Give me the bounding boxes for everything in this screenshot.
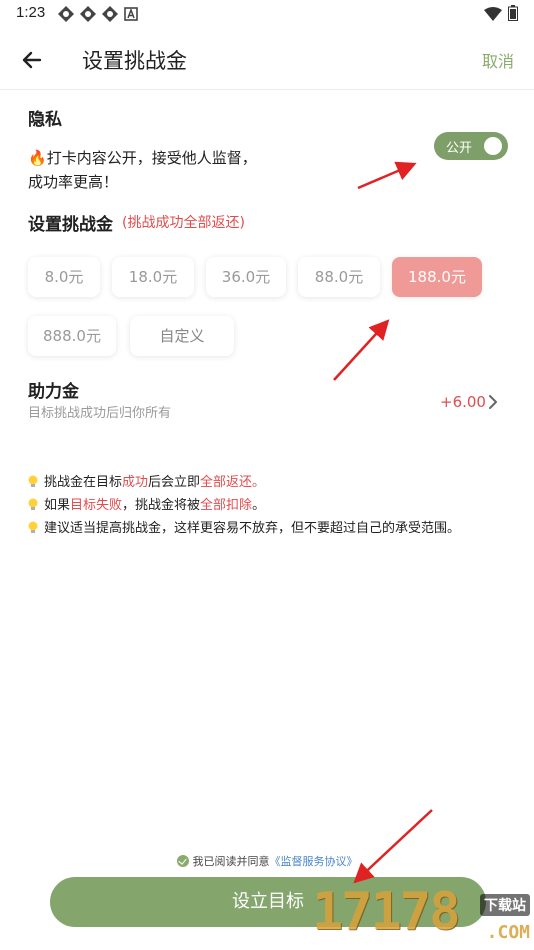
toggle-knob xyxy=(484,137,502,155)
toggle-label: 公开 xyxy=(446,141,473,156)
tip-item: 如果目标失败，挑战金将被全部扣除。 xyxy=(28,494,265,513)
deposit-option-188[interactable]: 188.0元 xyxy=(392,257,482,297)
deposit-note: (挑战成功全部返还) xyxy=(122,215,245,231)
assist-value[interactable]: +6.00 xyxy=(440,393,486,411)
chevron-right-icon[interactable] xyxy=(486,392,500,412)
tip-text: 如果 xyxy=(44,498,71,513)
agreement-checkbox[interactable] xyxy=(176,855,189,867)
tip-highlight: 目标失败 xyxy=(70,498,123,513)
wifi-icon xyxy=(484,6,502,25)
lightbulb-icon xyxy=(28,475,38,488)
deposit-option-88[interactable]: 88.0元 xyxy=(298,257,380,297)
annotation-arrow xyxy=(333,319,390,381)
lightbulb-icon xyxy=(28,498,38,511)
tip-item: 挑战金在目标成功后会立即全部返还。 xyxy=(28,471,265,490)
cancel-button[interactable]: 取消 xyxy=(482,48,514,72)
agreement-row: 我已阅读并同意《监督服务协议》 xyxy=(0,853,534,869)
agreement-link[interactable]: 《监督服务协议》 xyxy=(270,855,358,868)
privacy-title: 隐私 xyxy=(28,110,62,130)
annotation-arrow xyxy=(353,809,433,884)
deposit-option-888[interactable]: 888.0元 xyxy=(28,316,116,356)
annotation-arrow xyxy=(357,161,417,190)
tip-text: 挑战金在目标 xyxy=(44,475,123,490)
tip-highlight: 全部返还。 xyxy=(200,475,266,490)
app-notification-icon xyxy=(58,6,74,22)
app-bar: 设置挑战金 取消 xyxy=(0,28,534,90)
status-bar: 1:23 xyxy=(0,0,534,28)
agreement-text: 我已阅读并同意 xyxy=(192,855,270,868)
privacy-public-toggle[interactable]: 公开 xyxy=(434,132,508,160)
watermark-domain: .COM xyxy=(486,922,530,943)
tip-item: 建议适当提高挑战金，这样更容易不放弃，但不要超过自己的承受范围。 xyxy=(28,517,460,536)
tip-highlight: 全部扣除 xyxy=(200,498,253,513)
lightbulb-icon xyxy=(28,521,38,534)
tip-text: 。 xyxy=(252,498,266,513)
tip-text: ，挑战金将被 xyxy=(122,498,201,513)
tip-highlight: 成功 xyxy=(122,475,149,490)
watermark: 17178 下载站 .COM xyxy=(308,880,534,950)
privacy-description: 🔥打卡内容公开，接受他人监督， 成功率更高！ xyxy=(28,146,257,194)
assist-title: 助力金 xyxy=(28,382,79,402)
app-notification-icon xyxy=(80,6,96,22)
a-notification-icon xyxy=(124,6,140,22)
page-title: 设置挑战金 xyxy=(82,49,187,73)
privacy-description-line: 成功率更高！ xyxy=(28,173,119,191)
deposit-option-8[interactable]: 8.0元 xyxy=(28,257,100,297)
deposit-option-custom[interactable]: 自定义 xyxy=(130,316,234,356)
battery-icon xyxy=(508,5,518,25)
deposit-title: 设置挑战金 xyxy=(28,215,113,235)
watermark-number: 17178 xyxy=(312,882,461,942)
fire-icon: 🔥 xyxy=(28,149,47,167)
app-notification-icon xyxy=(102,6,118,22)
deposit-option-36[interactable]: 36.0元 xyxy=(206,257,286,297)
tip-text: 后会立即 xyxy=(148,475,201,490)
privacy-description-line: 打卡内容公开，接受他人监督， xyxy=(46,149,257,167)
deposit-option-18[interactable]: 18.0元 xyxy=(112,257,194,297)
back-arrow-icon[interactable] xyxy=(16,44,48,76)
system-status-icons xyxy=(484,5,518,25)
tip-text: 建议适当提高挑战金，这样更容易不放弃，但不要超过自己的承受范围。 xyxy=(44,521,461,536)
status-time: 1:23 xyxy=(16,4,46,21)
assist-subtitle: 目标挑战成功后归你所有 xyxy=(28,406,172,421)
notification-icons xyxy=(58,6,140,22)
watermark-tag: 下载站 xyxy=(480,894,530,916)
